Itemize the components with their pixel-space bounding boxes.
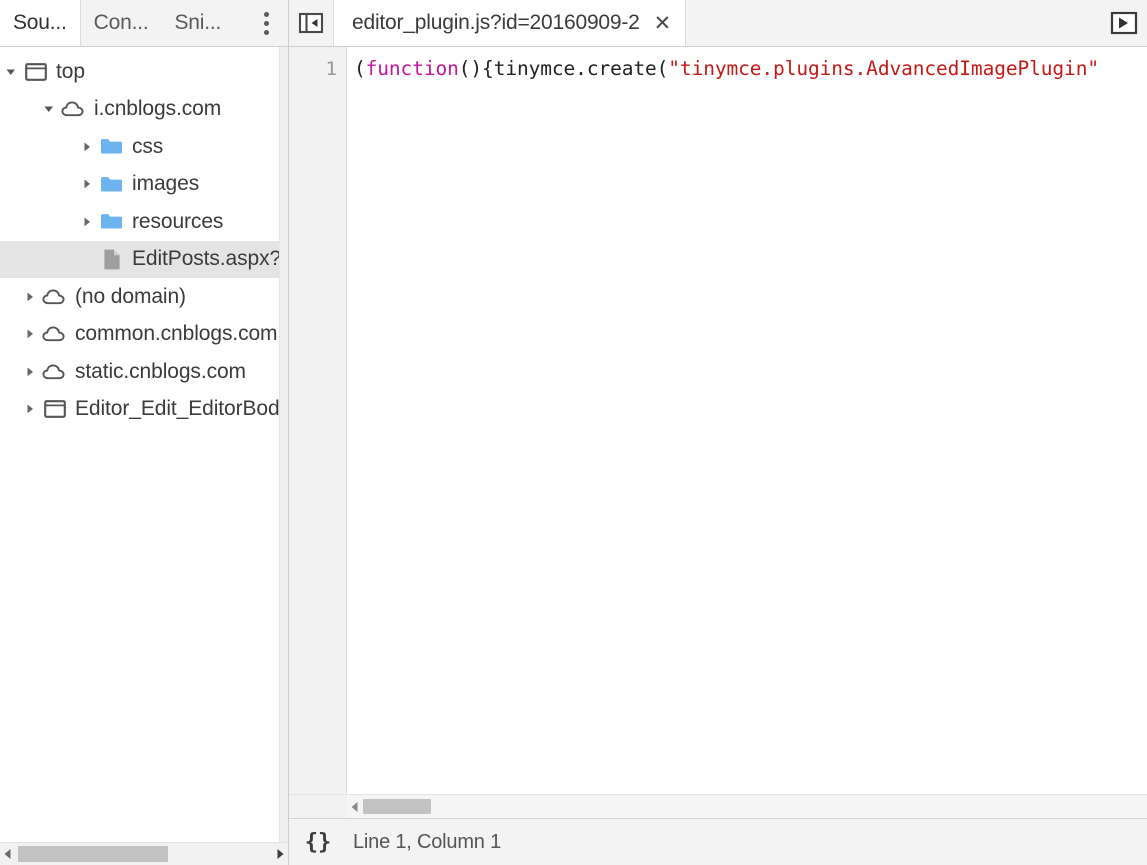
- code-token: create: [586, 57, 657, 80]
- code-content[interactable]: (function(){tinymce.create("tinymce.plug…: [347, 47, 1147, 794]
- tree-item-common-cnblogs-com[interactable]: common.cnblogs.com: [0, 316, 288, 354]
- navigator-hscroll-thumb[interactable]: [18, 846, 168, 862]
- editor-panel: editor_plugin.js?id=20160909-2 ✕ 1 (func…: [289, 0, 1147, 865]
- chevron-down-icon[interactable]: [0, 65, 22, 79]
- tree-item-label: images: [132, 172, 200, 196]
- tab-next-arrow-icon[interactable]: [1101, 0, 1147, 46]
- close-icon[interactable]: ✕: [654, 13, 672, 34]
- navigator-hscroll-track[interactable]: [16, 843, 272, 865]
- devtools-sources-panel: Sou... Con... Sni... top i.cnblogs.com c…: [0, 0, 1147, 865]
- tree-item-label: (no domain): [75, 284, 186, 308]
- show-navigator-icon[interactable]: [289, 0, 333, 46]
- chevron-right-icon[interactable]: [76, 140, 98, 154]
- chevron-right-icon[interactable]: [19, 290, 41, 304]
- cloud-icon: [41, 287, 68, 307]
- tree-item-label: top: [56, 59, 85, 83]
- chevron-right-icon[interactable]: [76, 177, 98, 191]
- tab-label-sources: Sou...: [13, 11, 67, 34]
- cursor-position-status: Line 1, Column 1: [353, 830, 502, 853]
- sidebar-item-sources[interactable]: Sou...: [0, 0, 81, 46]
- tree-item-images[interactable]: images: [0, 166, 288, 204]
- editor-body[interactable]: 1 (function(){tinymce.create("tinymce.pl…: [289, 47, 1147, 794]
- navigator-horizontal-scrollbar[interactable]: [0, 842, 288, 865]
- tree-item-label: static.cnblogs.com: [75, 359, 246, 383]
- folder-icon: [98, 137, 125, 156]
- code-token: .: [575, 57, 587, 80]
- tree-item-static-cnblogs-com[interactable]: static.cnblogs.com: [0, 353, 288, 391]
- code-token: (: [354, 57, 366, 80]
- editor-tab-title: editor_plugin.js?id=20160909-2: [352, 11, 640, 34]
- cloud-icon: [41, 324, 68, 344]
- editor-hscroll-gutter-spacer: [289, 795, 347, 818]
- tree-item-label: resources: [132, 209, 224, 233]
- folder-icon: [98, 212, 125, 231]
- editor-hscroll-track[interactable]: [363, 795, 1147, 818]
- tree-item-label: i.cnblogs.com: [94, 97, 222, 121]
- editor-tabbar-fill: [686, 0, 1101, 46]
- tree-item-top[interactable]: top: [0, 53, 288, 91]
- scroll-left-arrow-icon[interactable]: [0, 843, 16, 865]
- editor-statusbar: {} Line 1, Column 1: [289, 818, 1147, 865]
- scroll-left-arrow-icon[interactable]: [347, 795, 363, 818]
- frame-icon: [22, 62, 49, 82]
- code-token: tinymce: [493, 57, 576, 80]
- cloud-icon: [41, 362, 68, 382]
- chevron-right-icon[interactable]: [19, 365, 41, 379]
- kebab-menu-icon[interactable]: [244, 0, 288, 46]
- editor-horizontal-scrollbar[interactable]: [289, 794, 1147, 818]
- line-number: 1: [325, 58, 337, 80]
- navigator-tree-scroll[interactable]: top i.cnblogs.com css images resources E…: [0, 47, 288, 842]
- tree-item-editposts-aspx[interactable]: EditPosts.aspx?opt: [0, 240, 288, 278]
- tree-item-no-domain[interactable]: (no domain): [0, 278, 288, 316]
- kebab-dot-2: [263, 20, 269, 26]
- editor-gutter: 1: [289, 47, 347, 794]
- tree-item-i-cnblogs-com[interactable]: i.cnblogs.com: [0, 91, 288, 129]
- code-token-keyword: function: [365, 57, 459, 80]
- tree-item-label: Editor_Edit_EditorBod: [75, 397, 280, 421]
- editor-tab-editor-plugin-js[interactable]: editor_plugin.js?id=20160909-2 ✕: [333, 0, 687, 46]
- scroll-right-arrow-icon[interactable]: [272, 843, 288, 865]
- tree-item-label: EditPosts.aspx?opt: [132, 247, 288, 271]
- frame-icon: [41, 399, 68, 419]
- code-line-1: (function(){tinymce.create("tinymce.plug…: [354, 56, 1147, 82]
- code-token: (){: [458, 57, 494, 80]
- chevron-right-icon[interactable]: [19, 402, 41, 416]
- file-icon: [98, 248, 125, 271]
- navigator-sidebar: Sou... Con... Sni... top i.cnblogs.com c…: [0, 0, 289, 865]
- editor-tabbar: editor_plugin.js?id=20160909-2 ✕: [289, 0, 1147, 47]
- navigator-tabbar-spacer: [234, 0, 244, 46]
- cloud-icon: [60, 99, 87, 119]
- navigator-file-tree: top i.cnblogs.com css images resources E…: [0, 47, 288, 428]
- kebab-dot-3: [263, 29, 269, 35]
- folder-icon: [98, 175, 125, 194]
- navigator-vertical-scrollbar[interactable]: [279, 47, 288, 843]
- chevron-right-icon[interactable]: [76, 215, 98, 229]
- sidebar-item-snippets[interactable]: Sni...: [162, 0, 235, 46]
- tree-item-label: common.cnblogs.com: [75, 322, 278, 346]
- editor-hscroll-thumb[interactable]: [363, 799, 431, 814]
- kebab-dot-1: [263, 11, 269, 17]
- chevron-right-icon[interactable]: [19, 327, 41, 341]
- code-token: (: [656, 57, 669, 80]
- tree-item-editor-edit-editorbody[interactable]: Editor_Edit_EditorBod: [0, 391, 288, 429]
- navigator-tabbar: Sou... Con... Sni...: [0, 0, 288, 47]
- tree-item-css[interactable]: css: [0, 128, 288, 166]
- sidebar-item-content-scripts[interactable]: Con...: [81, 0, 162, 46]
- pretty-print-icon[interactable]: {}: [289, 830, 347, 855]
- tree-item-resources[interactable]: resources: [0, 203, 288, 241]
- tree-item-label: css: [132, 134, 164, 158]
- chevron-down-icon[interactable]: [38, 102, 60, 116]
- code-token-string: "tinymce.plugins.AdvancedImagePlugin": [668, 57, 1099, 80]
- tab-label-content-scripts: Con...: [93, 11, 149, 34]
- tab-label-snippets: Sni...: [174, 11, 222, 34]
